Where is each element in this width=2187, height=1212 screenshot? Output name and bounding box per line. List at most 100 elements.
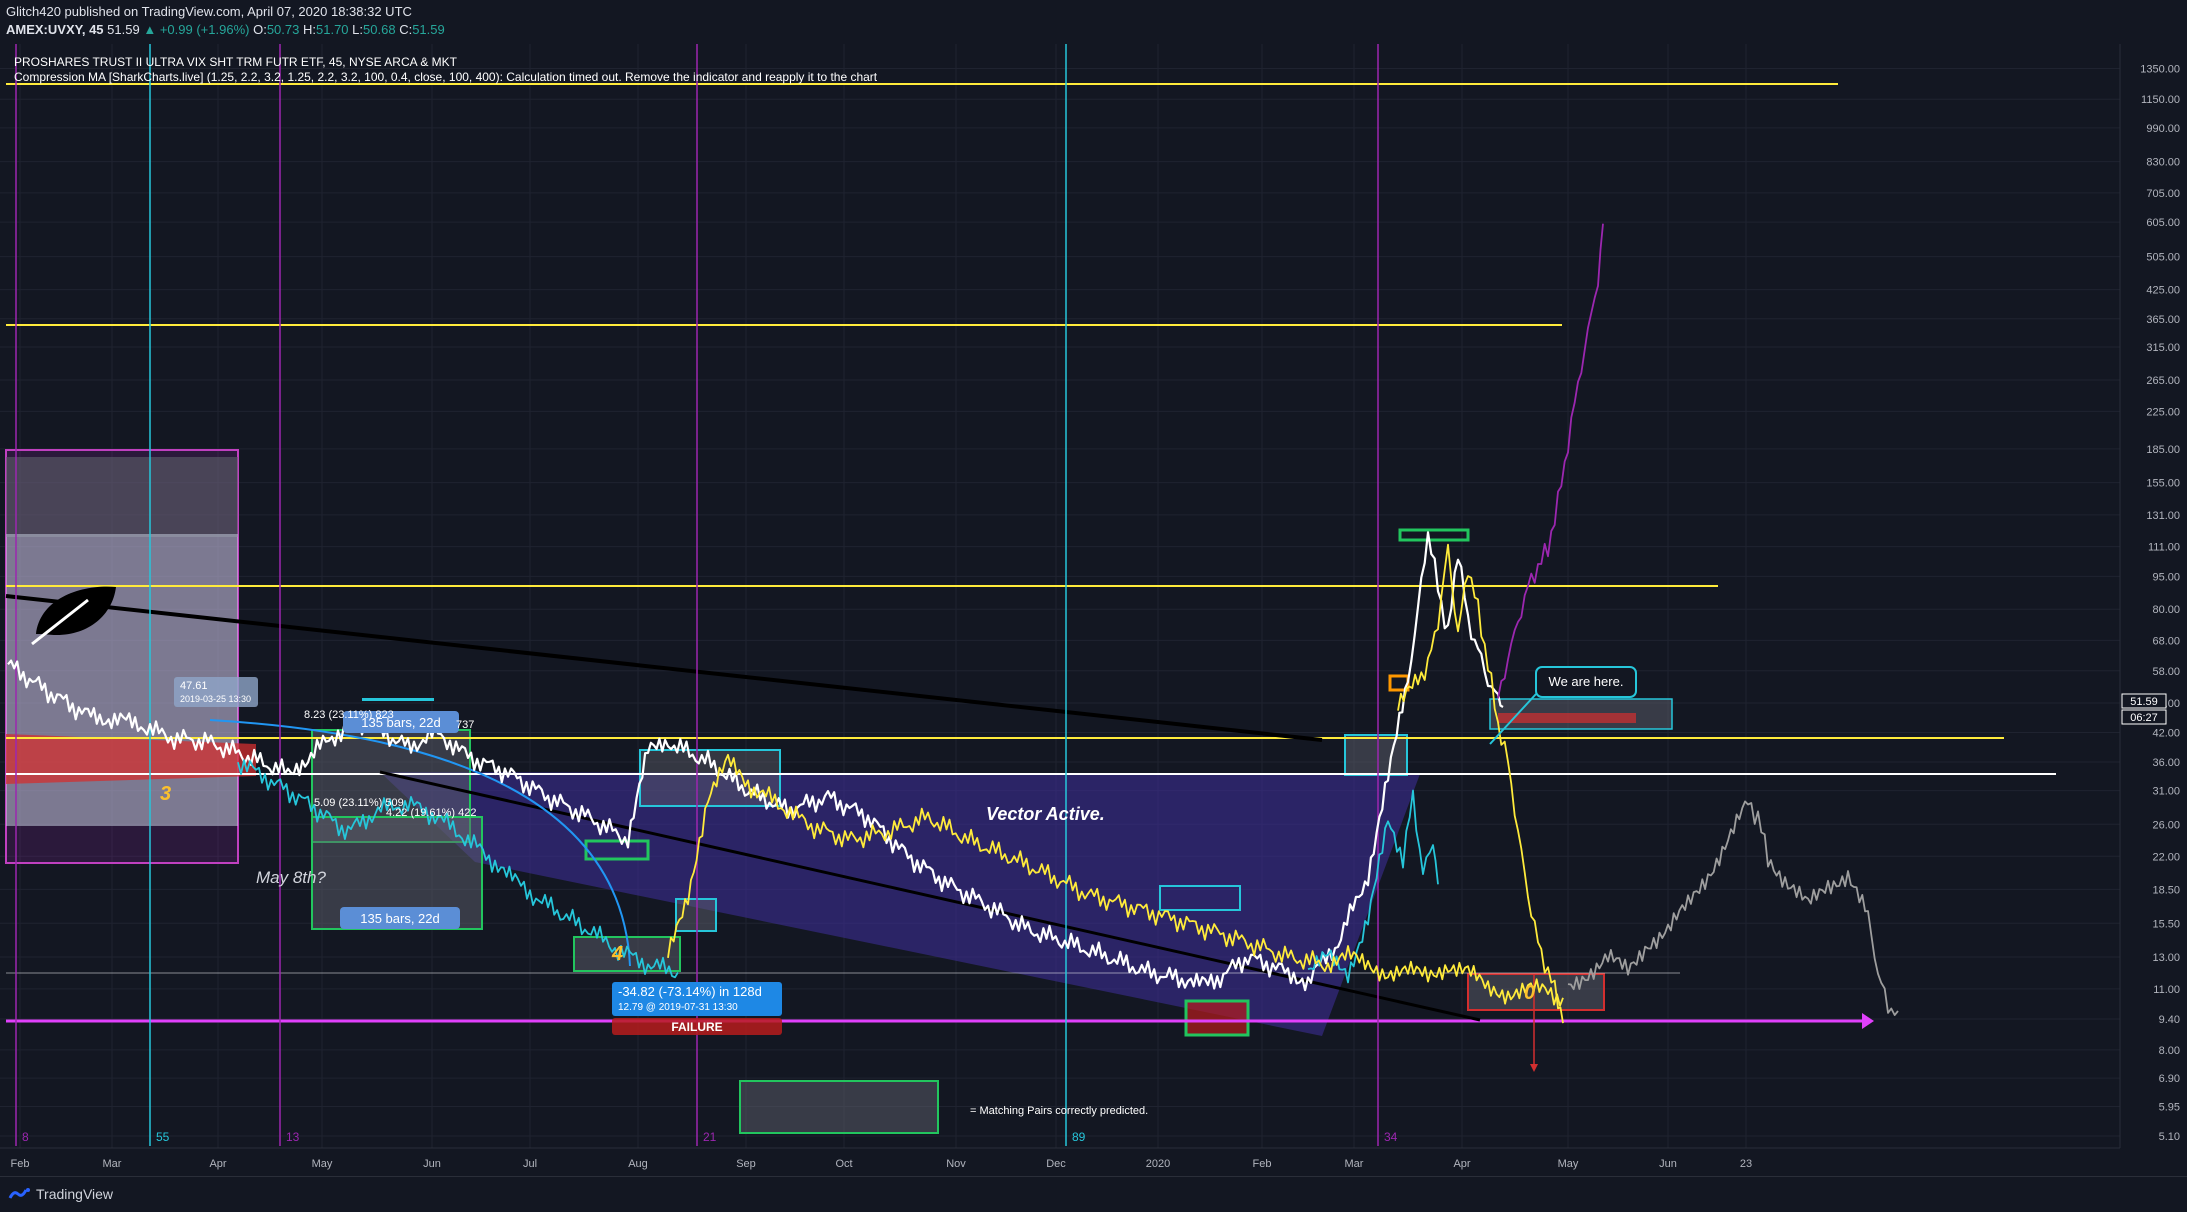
wave-4-label: 4	[611, 943, 623, 965]
time-tick-label: May	[1558, 1158, 1579, 1170]
price-tick-label: 705.00	[2146, 188, 2180, 200]
bars-label-bottom: 135 bars, 22d	[360, 911, 440, 926]
price-tick-label: 225.00	[2146, 406, 2180, 418]
fib-note-1: 8.23 (23.11%) 823	[304, 709, 394, 721]
price-tick-label: 36.00	[2152, 757, 2180, 769]
time-tick-label: May	[312, 1158, 333, 1170]
countdown-text: 06:27	[2130, 712, 2158, 724]
time-tick-label: 23	[1740, 1158, 1752, 1170]
we-are-here-label: We are here.	[1549, 674, 1624, 689]
time-tick-label: Jun	[423, 1158, 441, 1170]
low-label: L:	[352, 22, 364, 37]
fib-note-3: 4.22 (19.61%) 422	[386, 807, 477, 819]
time-tick-label: Aug	[628, 1158, 648, 1170]
price-tick-label: 185.00	[2146, 444, 2180, 456]
price-tick-label: 22.00	[2152, 851, 2180, 863]
tradingview-brand: TradingView	[36, 1186, 114, 1202]
cycle-label-21: 21	[703, 1130, 717, 1144]
matching-pairs-box	[739, 1080, 939, 1134]
green-red-box-jan	[1184, 999, 1250, 1037]
price-tick-label: 315.00	[2146, 342, 2180, 354]
price-tick-label: 9.40	[2159, 1014, 2180, 1026]
price-tick-label: 58.00	[2152, 666, 2180, 678]
wave-3-label: 3	[160, 783, 171, 805]
publish-info: Glitch420 published on TradingView.com, …	[6, 4, 412, 19]
time-tick-label: Nov	[946, 1158, 966, 1170]
matching-pairs-note: = Matching Pairs correctly predicted.	[970, 1105, 1148, 1117]
price-tick-label: 15.50	[2152, 918, 2180, 930]
time-tick-label: Feb	[11, 1158, 30, 1170]
price-tick-label: 155.00	[2146, 478, 2180, 490]
time-tick-label: Apr	[1453, 1158, 1470, 1170]
wave-0-label: 0	[1524, 982, 1535, 1004]
may-8th-label: May 8th?	[256, 868, 326, 887]
price-tick-label: 265.00	[2146, 375, 2180, 387]
time-tick-label: Mar	[103, 1158, 122, 1170]
price-tick-label: 605.00	[2146, 217, 2180, 229]
cycle-label-89: 89	[1072, 1130, 1086, 1144]
price-tick-label: 1350.00	[2140, 64, 2180, 76]
price-tick-label: 95.00	[2152, 571, 2180, 583]
price-tick-label: 26.00	[2152, 819, 2180, 831]
price-note-value: 47.61	[180, 680, 208, 692]
close-value: 51.59	[412, 22, 445, 37]
price-tick-label: 505.00	[2146, 252, 2180, 264]
price-tick-label: 830.00	[2146, 157, 2180, 169]
price-tick-label: 11.00	[2153, 984, 2180, 996]
cyan-box-mar	[1344, 734, 1408, 776]
legend-title: PROSHARES TRUST II ULTRA VIX SHT TRM FUT…	[14, 55, 458, 69]
price-tick-label: 31.00	[2152, 786, 2180, 798]
time-tick-label: Mar	[1345, 1158, 1364, 1170]
current-price-text: 51.59	[2130, 696, 2158, 708]
time-tick-label: 2020	[1146, 1158, 1170, 1170]
price-tick-label: 6.90	[2159, 1073, 2180, 1085]
fib-note-4: 737	[456, 719, 474, 731]
high-label: H:	[303, 22, 316, 37]
price-axis[interactable]	[2120, 44, 2187, 1148]
failure-label: FAILURE	[671, 1020, 722, 1034]
price-note-date: 2019-03-25 13:30	[180, 694, 251, 704]
time-tick-label: Oct	[835, 1158, 852, 1170]
price-tick-label: 8.00	[2159, 1045, 2180, 1057]
cycle-label-34: 34	[1384, 1130, 1398, 1144]
price-tick-label: 18.50	[2152, 884, 2180, 896]
left-gray-box	[6, 457, 238, 537]
price-chart[interactable]: 3 4 0 May 8th? 135 bars, 22d 135 bars, 2…	[0, 44, 2187, 1176]
measure-change: -34.82 (-73.14%) in 128d	[618, 984, 762, 999]
close-label: C:	[399, 22, 413, 37]
legend-indicator: Compression MA [SharkCharts.live] (1.25,…	[14, 70, 878, 84]
cycle-label-55: 55	[156, 1130, 170, 1144]
time-tick-label: Apr	[209, 1158, 226, 1170]
time-tick-label: Sep	[736, 1158, 756, 1170]
price-tick-label: 131.00	[2146, 510, 2180, 522]
price-tick-label: 5.95	[2159, 1102, 2180, 1114]
price-tick-label: 111.00	[2148, 542, 2180, 554]
price-tick-label: 80.00	[2152, 604, 2180, 616]
up-arrow-icon: ▲	[143, 22, 157, 37]
high-value: 51.70	[316, 22, 349, 37]
tradingview-logo-icon	[8, 1188, 30, 1199]
footer: TradingView	[0, 1176, 2187, 1212]
price-tick-label: 13.00	[2152, 952, 2180, 964]
open-value: 50.73	[266, 22, 300, 37]
vector-active-label: Vector Active.	[986, 804, 1105, 824]
ohlc-bar: AMEX:UVXY, 45 51.59 ▲ +0.99 (+1.96%) O:5…	[6, 22, 445, 37]
cycle-label-13: 13	[286, 1130, 300, 1144]
price-tick-label: 5.10	[2159, 1131, 2180, 1143]
last-price: 51.59	[107, 22, 140, 37]
price-tick-label: 1150.00	[2141, 94, 2180, 106]
measure-date: 12.79 @ 2019-07-31 13:30	[618, 1002, 738, 1013]
price-tick-label: 42.00	[2152, 728, 2180, 740]
red-box-apr	[1498, 713, 1636, 723]
price-change: +0.99 (+1.96%)	[159, 22, 250, 37]
time-tick-label: Jul	[523, 1158, 537, 1170]
chart-background	[0, 44, 2187, 1176]
price-tick-label: 425.00	[2146, 285, 2180, 297]
time-tick-label: Jun	[1659, 1158, 1677, 1170]
symbol-label: AMEX:UVXY, 45	[6, 22, 104, 37]
price-tick-label: 990.00	[2146, 123, 2180, 135]
time-tick-label: Feb	[1253, 1158, 1272, 1170]
time-tick-label: Dec	[1046, 1158, 1066, 1170]
top-bar: Glitch420 published on TradingView.com, …	[0, 0, 2187, 44]
open-label: O:	[253, 22, 267, 37]
